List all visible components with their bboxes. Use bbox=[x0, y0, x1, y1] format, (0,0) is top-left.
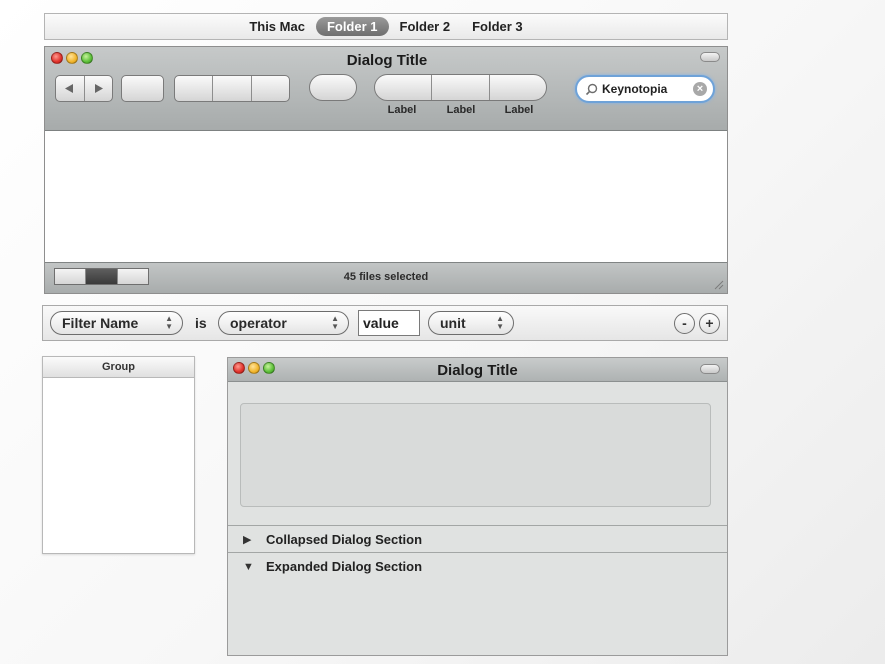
dialog-window: Dialog Title ▶ Collapsed Dialog Section … bbox=[227, 357, 728, 656]
segment-3[interactable] bbox=[252, 76, 289, 101]
filter-row: Filter Name ▲ ▼ is operator ▲ ▼ value unit… bbox=[42, 305, 728, 341]
toolbar-toggle-button[interactable] bbox=[700, 52, 720, 62]
window-toolbar: Dialog Title Label Label Label Keynotopi… bbox=[45, 47, 727, 131]
expanded-section-label: Expanded Dialog Section bbox=[266, 559, 423, 574]
segment-2[interactable] bbox=[213, 76, 252, 101]
forward-button[interactable] bbox=[85, 76, 113, 101]
dialog-toolbar-toggle-button[interactable] bbox=[700, 364, 720, 374]
add-filter-button[interactable]: + bbox=[699, 313, 720, 334]
dialog-content-well bbox=[240, 403, 711, 507]
path-item-folder-2[interactable]: Folder 2 bbox=[389, 17, 462, 36]
group-list: Group bbox=[42, 356, 195, 554]
window-title: Dialog Title bbox=[346, 52, 428, 69]
dialog-title: Dialog Title bbox=[437, 362, 518, 379]
path-bar: This Mac Folder 1 Folder 2 Folder 3 bbox=[44, 13, 728, 40]
segmented-control bbox=[174, 75, 290, 102]
labeled-segmented-control bbox=[374, 74, 547, 101]
labeled-segment-2[interactable] bbox=[432, 75, 490, 100]
disclosure-down-icon: ▼ bbox=[243, 560, 254, 573]
segment-label-2: Label bbox=[446, 104, 476, 116]
collapsed-section-label: Collapsed Dialog Section bbox=[266, 532, 423, 547]
expanded-section-header[interactable]: ▼ Expanded Dialog Section bbox=[228, 552, 727, 580]
search-input[interactable]: Keynotopia bbox=[602, 82, 667, 96]
filter-name-label: Filter Name bbox=[62, 315, 139, 331]
group-column-header[interactable]: Group bbox=[43, 357, 194, 378]
triangle-right-icon bbox=[94, 84, 103, 93]
unit-label: unit bbox=[440, 315, 466, 331]
path-item-folder-1[interactable]: Folder 1 bbox=[315, 17, 389, 36]
clear-search-icon[interactable]: × bbox=[693, 82, 707, 96]
resize-grip-icon[interactable] bbox=[712, 278, 724, 290]
labeled-segment-3[interactable] bbox=[490, 75, 546, 100]
main-window: Dialog Title Label Label Label Keynotopi… bbox=[44, 46, 728, 294]
dialog-titlebar: Dialog Title bbox=[228, 358, 727, 382]
triangle-left-icon bbox=[65, 84, 74, 93]
search-icon bbox=[585, 83, 598, 95]
segment-1[interactable] bbox=[175, 76, 214, 101]
filter-conjunction: is bbox=[195, 315, 207, 331]
unit-popup[interactable]: unit ▲ ▼ bbox=[428, 311, 514, 335]
path-item-folder-3[interactable]: Folder 3 bbox=[461, 17, 534, 36]
back-button[interactable] bbox=[56, 76, 85, 101]
operator-popup[interactable]: operator ▲ ▼ bbox=[218, 311, 349, 335]
disclosure-right-icon: ▶ bbox=[243, 534, 252, 546]
remove-filter-button[interactable]: - bbox=[674, 313, 695, 334]
filter-name-popup[interactable]: Filter Name ▲ ▼ bbox=[50, 311, 183, 335]
value-field[interactable]: value bbox=[358, 310, 420, 336]
popup-arrows-icon: ▲ ▼ bbox=[165, 314, 173, 331]
path-item-this-mac[interactable]: This Mac bbox=[238, 17, 316, 36]
popup-arrows-icon: ▲ ▼ bbox=[331, 314, 339, 331]
popup-arrows-icon: ▲ ▼ bbox=[496, 314, 504, 331]
operator-label: operator bbox=[230, 315, 287, 331]
status-text: 45 files selected bbox=[343, 271, 429, 283]
collapsed-section-header[interactable]: ▶ Collapsed Dialog Section bbox=[228, 525, 727, 553]
round-toolbar-button[interactable] bbox=[309, 74, 357, 101]
segment-label-1: Label bbox=[387, 104, 417, 116]
window-footer: 45 files selected bbox=[45, 262, 727, 293]
labeled-segment-1[interactable] bbox=[375, 75, 433, 100]
back-forward-control bbox=[55, 75, 113, 102]
toolbar-button[interactable] bbox=[121, 75, 164, 102]
search-field[interactable]: Keynotopia × bbox=[575, 75, 715, 103]
segment-label-3: Label bbox=[504, 104, 534, 116]
